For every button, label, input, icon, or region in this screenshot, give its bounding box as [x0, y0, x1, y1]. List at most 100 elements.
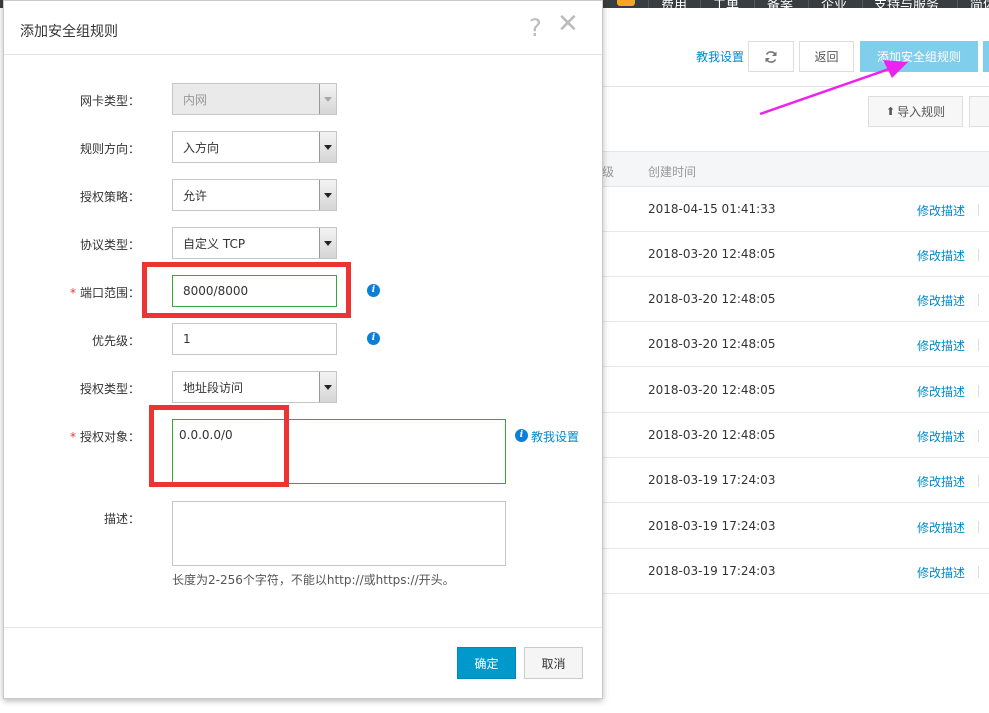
- chevron-down-icon[interactable]: [319, 228, 336, 258]
- chevron-down-icon[interactable]: [319, 180, 336, 210]
- table-row: 2018-03-19 17:24:03 修改描述: [602, 458, 989, 503]
- created-time-cell: 2018-03-20 12:48:05: [648, 337, 776, 351]
- port-range-label: * 端口范围：: [4, 284, 140, 301]
- table-row: 2018-03-20 12:48:05 修改描述: [602, 322, 989, 367]
- nav-separator: [808, 0, 809, 8]
- action-separator: [978, 430, 979, 442]
- nav-item-tickets[interactable]: 工单: [713, 0, 739, 13]
- refresh-button[interactable]: [748, 41, 794, 72]
- nav-separator: [957, 0, 958, 8]
- action-separator: [978, 249, 979, 261]
- protocol-type-select[interactable]: 自定义 TCP: [172, 227, 337, 259]
- table-row: 2018-03-20 12:48:05 修改描述: [602, 232, 989, 277]
- nav-item-support[interactable]: 支持与服务: [874, 0, 939, 13]
- column-header-created-time: 创建时间: [648, 165, 697, 179]
- upload-icon: ⬆: [885, 105, 896, 118]
- action-separator: [978, 566, 979, 578]
- add-security-group-rule-dialog: 添加安全组规则 ? ✕ 网卡类型： 内网 规则方向： 入方向 授权策略： 允许 …: [3, 0, 603, 699]
- action-separator: [978, 521, 979, 533]
- protocol-type-value: 自定义 TCP: [183, 236, 246, 251]
- description-hint: 长度为2-256个字符，不能以http://或https://开头。: [172, 573, 455, 587]
- nic-type-value: 内网: [183, 92, 208, 107]
- edit-description-link[interactable]: 修改描述: [917, 247, 965, 264]
- action-separator: [978, 339, 979, 351]
- notification-badge[interactable]: [617, 0, 635, 6]
- edit-description-link[interactable]: 修改描述: [917, 202, 965, 219]
- created-time-cell: 2018-03-20 12:48:05: [648, 292, 776, 306]
- created-time-cell: 2018-03-20 12:48:05: [648, 383, 776, 397]
- edit-description-link[interactable]: 修改描述: [917, 383, 965, 400]
- chevron-down-icon[interactable]: [319, 132, 336, 162]
- highlight-box-port-range: [142, 262, 351, 318]
- highlight-box-auth-object: [149, 405, 289, 487]
- created-time-cell: 2018-03-20 12:48:05: [648, 247, 776, 261]
- refresh-icon: [765, 50, 777, 63]
- description-label: 描述：: [103, 512, 140, 526]
- auth-policy-value: 允许: [183, 188, 208, 203]
- toolbar-button-partial[interactable]: [983, 41, 989, 72]
- teach-me-link[interactable]: 教我设置: [531, 428, 579, 445]
- edit-description-link[interactable]: 修改描述: [917, 564, 965, 581]
- edit-description-link[interactable]: 修改描述: [917, 519, 965, 536]
- chevron-down-icon[interactable]: [319, 372, 336, 402]
- nav-item-enterprise[interactable]: 企业: [821, 0, 847, 13]
- nav-separator: [862, 0, 863, 8]
- auth-policy-select[interactable]: 允许: [172, 179, 337, 211]
- auth-object-label-text: 授权对象：: [79, 430, 140, 444]
- nic-type-select: 内网: [172, 83, 337, 115]
- divider: [602, 86, 989, 87]
- back-button[interactable]: 返回: [799, 41, 854, 72]
- table-row: 2018-03-19 17:24:03 修改描述: [602, 549, 989, 594]
- info-icon[interactable]: i: [367, 284, 380, 297]
- priority-input[interactable]: 1: [172, 323, 337, 355]
- rule-direction-label: 规则方向：: [79, 142, 140, 156]
- table-row: 2018-03-20 12:48:05 修改描述: [602, 368, 989, 413]
- priority-value: 1: [183, 332, 191, 346]
- add-security-group-rule-button[interactable]: 添加安全组规则: [860, 41, 978, 72]
- close-icon[interactable]: ✕: [557, 11, 579, 37]
- column-header-priority-partial: 级: [602, 165, 615, 179]
- nic-type-label: 网卡类型：: [79, 94, 140, 108]
- port-range-label-text: 端口范围：: [79, 286, 140, 300]
- chevron-down-icon: [319, 84, 336, 114]
- created-time-cell: 2018-03-20 12:48:05: [648, 428, 776, 442]
- action-separator: [978, 385, 979, 397]
- table-row: 2018-04-15 01:41:33 修改描述: [602, 187, 989, 232]
- edit-description-link[interactable]: 修改描述: [917, 428, 965, 445]
- edit-description-link[interactable]: 修改描述: [917, 473, 965, 490]
- help-icon[interactable]: ?: [529, 14, 542, 42]
- footer-divider: [4, 627, 602, 628]
- export-rules-button[interactable]: [969, 96, 989, 127]
- nav-item-icp[interactable]: 备案: [767, 0, 793, 13]
- action-separator: [978, 294, 979, 306]
- edit-description-link[interactable]: 修改描述: [917, 337, 965, 354]
- required-mark: *: [69, 286, 76, 300]
- confirm-button[interactable]: 确定: [457, 647, 516, 679]
- description-textarea[interactable]: [172, 501, 506, 566]
- created-time-cell: 2018-03-19 17:24:03: [648, 473, 776, 487]
- dialog-title: 添加安全组规则: [20, 24, 118, 40]
- action-separator: [978, 204, 979, 216]
- edit-description-link[interactable]: 修改描述: [917, 292, 965, 309]
- created-time-cell: 2018-03-19 17:24:03: [648, 564, 776, 578]
- priority-label: 优先级：: [91, 334, 140, 348]
- rule-direction-select[interactable]: 入方向: [172, 131, 337, 163]
- protocol-type-label: 协议类型：: [79, 238, 140, 252]
- auth-type-value: 地址段访问: [183, 380, 244, 395]
- action-separator: [978, 475, 979, 487]
- import-rules-label: 导入规则: [897, 105, 946, 119]
- import-rules-button[interactable]: ⬆ 导入规则: [868, 96, 963, 127]
- help-link[interactable]: 教我设置: [696, 48, 744, 65]
- auth-type-select[interactable]: 地址段访问: [172, 371, 337, 403]
- auth-type-label: 授权类型：: [79, 382, 140, 396]
- nav-separator: [754, 0, 755, 8]
- dialog-header: 添加安全组规则 ? ✕: [4, 1, 602, 55]
- table-header: 级 创建时间: [602, 151, 989, 187]
- nav-item-billing[interactable]: 费用: [661, 0, 687, 13]
- info-icon[interactable]: i: [367, 332, 380, 345]
- nav-item-language[interactable]: 简体: [970, 0, 989, 13]
- nav-separator: [700, 0, 701, 8]
- created-time-cell: 2018-03-19 17:24:03: [648, 519, 776, 533]
- rule-direction-value: 入方向: [183, 140, 220, 155]
- cancel-button[interactable]: 取消: [524, 647, 583, 679]
